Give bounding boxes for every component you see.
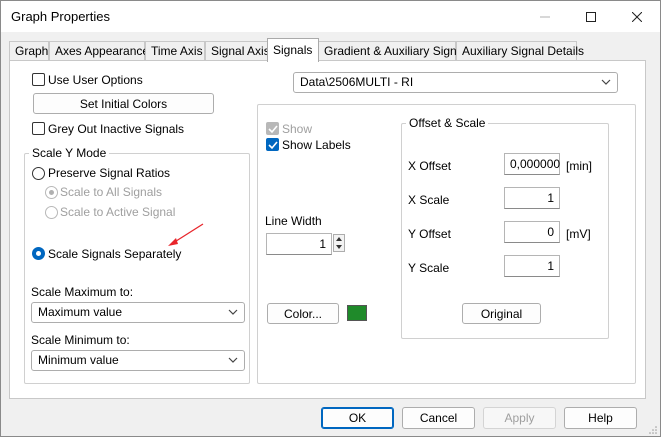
scale-minimum-select[interactable]: Minimum value bbox=[31, 350, 245, 371]
original-button[interactable]: Original bbox=[462, 303, 541, 324]
window-title: Graph Properties bbox=[11, 9, 110, 24]
line-width-spinner[interactable] bbox=[333, 234, 345, 252]
scale-signals-separately-label: Scale Signals Separately bbox=[48, 247, 182, 261]
preserve-signal-ratios-radio[interactable] bbox=[32, 167, 45, 180]
tab-axes-appearance[interactable]: Axes Appearance bbox=[49, 41, 149, 61]
tab-signal-axis[interactable]: Signal Axis bbox=[205, 41, 270, 61]
resize-grip-icon[interactable] bbox=[648, 425, 658, 435]
ok-button[interactable]: OK bbox=[321, 407, 394, 429]
checkmark-icon bbox=[268, 125, 278, 134]
offset-scale-title: Offset & Scale bbox=[406, 116, 489, 130]
scale-maximum-label: Scale Maximum to: bbox=[31, 285, 134, 299]
signal-select[interactable]: Data\2506MULTI - RI bbox=[293, 72, 618, 93]
show-labels-label: Show Labels bbox=[282, 138, 351, 152]
scale-y-mode-title: Scale Y Mode bbox=[29, 146, 110, 160]
close-button[interactable] bbox=[614, 1, 660, 32]
show-label: Show bbox=[282, 122, 313, 136]
use-user-options-checkbox[interactable] bbox=[32, 73, 45, 86]
scale-minimum-value: Minimum value bbox=[38, 353, 119, 367]
maximize-button[interactable] bbox=[568, 1, 614, 32]
color-button[interactable]: Color... bbox=[267, 303, 339, 324]
y-offset-unit: [mV] bbox=[566, 227, 591, 241]
use-user-options-label: Use User Options bbox=[48, 73, 143, 87]
help-button[interactable]: Help bbox=[564, 407, 637, 429]
line-width-label: Line Width bbox=[265, 214, 322, 228]
x-scale-input[interactable]: 1 bbox=[504, 187, 560, 209]
y-offset-input[interactable]: 0 bbox=[504, 221, 560, 243]
chevron-down-icon bbox=[228, 309, 238, 315]
grey-out-inactive-label: Grey Out Inactive Signals bbox=[48, 122, 185, 136]
set-initial-colors-button[interactable]: Set Initial Colors bbox=[33, 93, 214, 114]
x-offset-unit: [min] bbox=[566, 159, 593, 173]
spin-up-icon[interactable] bbox=[334, 235, 344, 243]
x-offset-input[interactable]: 0,000000 bbox=[504, 153, 560, 175]
x-scale-label: X Scale bbox=[408, 193, 450, 207]
x-offset-label: X Offset bbox=[408, 159, 452, 173]
show-checkbox[interactable] bbox=[266, 122, 279, 135]
tab-gradient-auxiliary-signals[interactable]: Gradient & Auxiliary Signals bbox=[318, 41, 472, 61]
tab-graph[interactable]: Graph bbox=[9, 41, 49, 61]
checkmark-icon bbox=[268, 141, 278, 150]
title-bar: Graph Properties bbox=[1, 1, 660, 32]
grey-out-inactive-checkbox[interactable] bbox=[32, 122, 45, 135]
y-scale-input[interactable]: 1 bbox=[504, 255, 560, 277]
tab-auxiliary-signal-details[interactable]: Auxiliary Signal Details bbox=[456, 41, 584, 61]
spin-down-icon[interactable] bbox=[334, 243, 344, 251]
cancel-button[interactable]: Cancel bbox=[402, 407, 475, 429]
scale-maximum-select[interactable]: Maximum value bbox=[31, 302, 245, 323]
tab-signals[interactable]: Signals bbox=[267, 38, 319, 62]
scale-to-all-signals-label: Scale to All Signals bbox=[60, 185, 163, 199]
graph-properties-dialog: Graph Properties Graph Axes Appearance T… bbox=[0, 0, 661, 437]
scale-signals-separately-radio[interactable] bbox=[32, 247, 45, 260]
scale-to-active-signal-radio[interactable] bbox=[45, 206, 58, 219]
signal-select-value: Data\2506MULTI - RI bbox=[300, 75, 414, 89]
scale-to-active-signal-label: Scale to Active Signal bbox=[60, 205, 176, 219]
tab-time-axis[interactable]: Time Axis bbox=[145, 41, 205, 61]
apply-button[interactable]: Apply bbox=[483, 407, 556, 429]
close-icon bbox=[632, 11, 642, 22]
preserve-signal-ratios-label: Preserve Signal Ratios bbox=[48, 166, 171, 180]
scale-minimum-label: Scale Minimum to: bbox=[31, 333, 130, 347]
minimize-icon bbox=[540, 16, 550, 17]
chevron-down-icon bbox=[228, 357, 238, 363]
scale-maximum-value: Maximum value bbox=[38, 305, 123, 319]
line-width-input[interactable]: 1 bbox=[266, 233, 332, 255]
scale-to-all-signals-radio[interactable] bbox=[45, 186, 58, 199]
show-labels-checkbox[interactable] bbox=[266, 138, 279, 151]
y-offset-label: Y Offset bbox=[408, 227, 451, 241]
minimize-button[interactable] bbox=[522, 1, 568, 32]
y-scale-label: Y Scale bbox=[408, 261, 450, 275]
color-swatch[interactable] bbox=[347, 305, 367, 321]
maximize-icon bbox=[586, 11, 596, 22]
chevron-down-icon bbox=[601, 79, 611, 85]
